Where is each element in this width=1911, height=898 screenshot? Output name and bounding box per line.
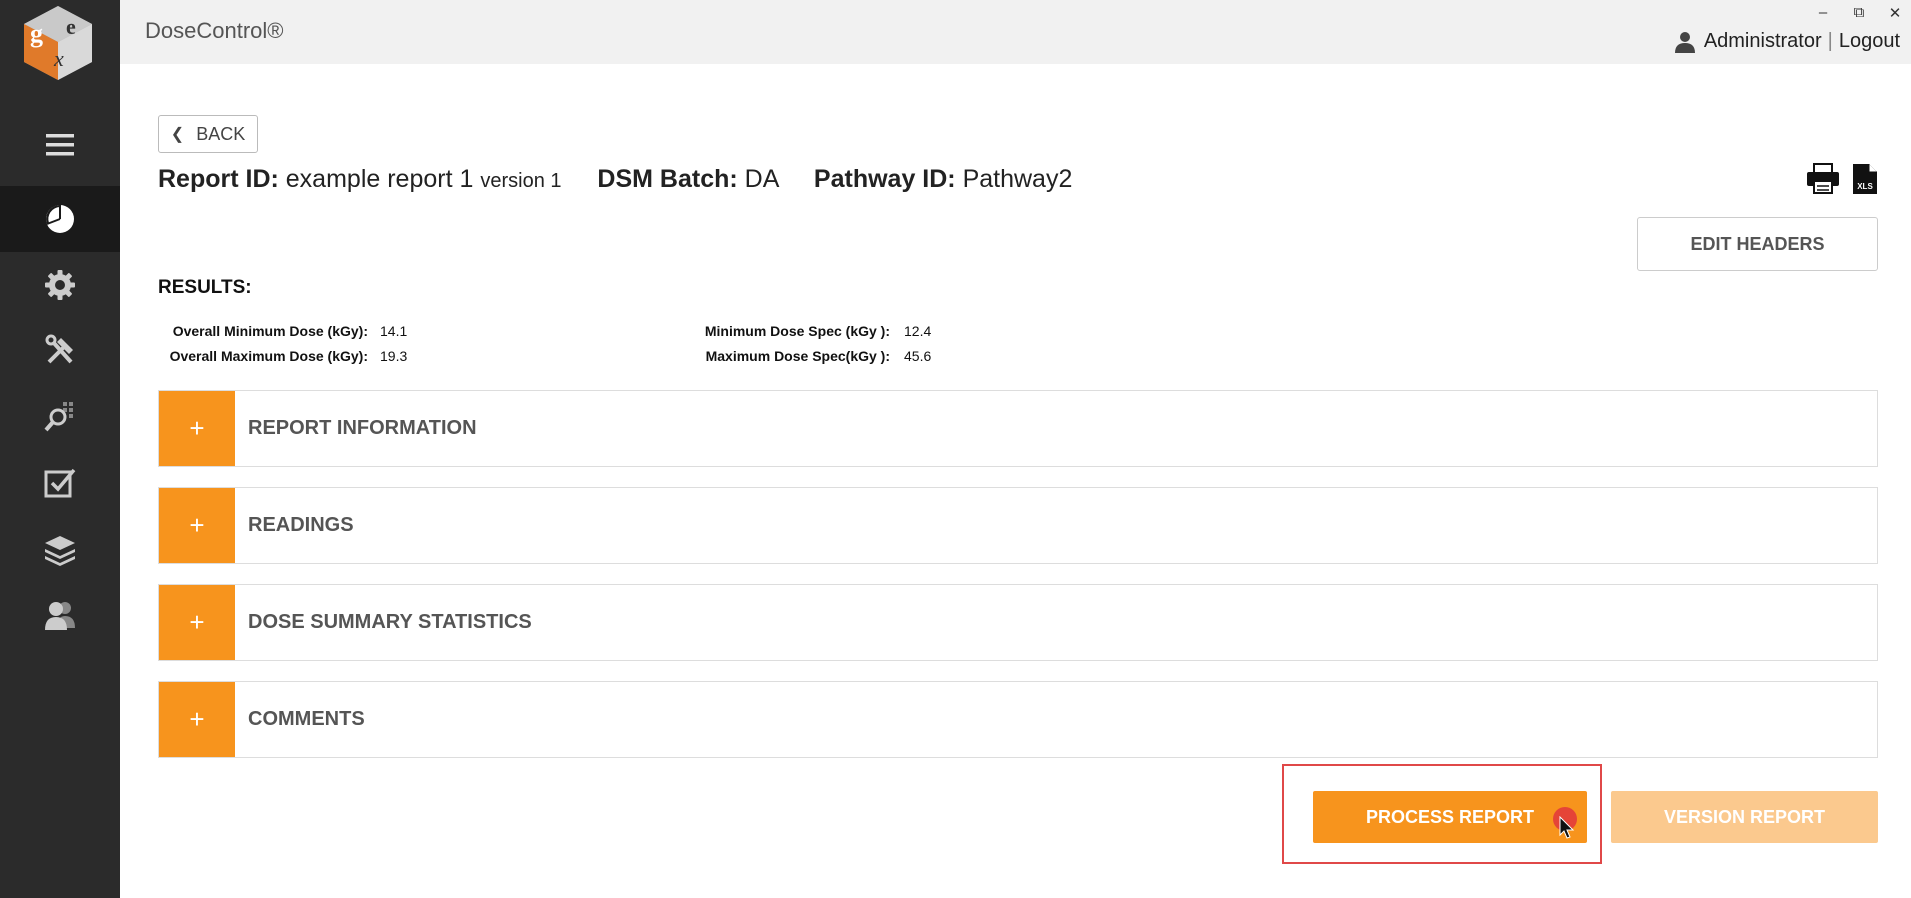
overall-min-label: Overall Minimum Dose (kGy): (172, 323, 368, 339)
svg-text:x: x (53, 46, 64, 71)
overall-max-label: Overall Maximum Dose (kGy): (169, 348, 368, 364)
dashboard-icon (46, 205, 74, 233)
gear-icon (45, 270, 75, 300)
version-report-button[interactable]: VERSION REPORT (1611, 791, 1878, 843)
title-bar: DoseControl® – ⧉ ✕ Administrator | Logou… (120, 0, 1911, 64)
minimize-button[interactable]: – (1815, 4, 1831, 22)
close-button[interactable]: ✕ (1887, 4, 1903, 22)
results-title: RESULTS: (158, 277, 252, 298)
back-label: BACK (196, 123, 246, 144)
panel-title: COMMENTS (248, 708, 365, 730)
user-separator: | (1827, 30, 1833, 52)
overall-min-value: 14.1 (380, 323, 408, 339)
expand-plus-icon[interactable]: + (159, 391, 235, 466)
sidebar-item-menu[interactable] (0, 112, 120, 178)
process-report-button[interactable]: PROCESS REPORT (1313, 791, 1587, 843)
user-area: Administrator | Logout (1674, 30, 1900, 53)
back-button[interactable]: ❮ BACK (158, 115, 258, 153)
report-id-label: Report ID: (158, 165, 279, 193)
chevron-left-icon: ❮ (170, 126, 185, 143)
dsm-batch-label: DSM Batch: (597, 165, 738, 193)
app-title: DoseControl® (145, 18, 284, 43)
restore-button[interactable]: ⧉ (1851, 4, 1867, 22)
panel-dose-summary-statistics[interactable]: + DOSE SUMMARY STATISTICS (158, 584, 1878, 661)
logout-link[interactable]: Logout (1839, 30, 1900, 53)
user-name[interactable]: Administrator (1704, 30, 1822, 53)
sidebar-item-dashboard[interactable] (0, 186, 120, 252)
panel-title: READINGS (248, 514, 354, 536)
sidebar-item-users[interactable] (0, 582, 120, 648)
sidebar-item-layers[interactable] (0, 516, 120, 582)
layers-icon (45, 536, 75, 566)
xls-label: XLS (1857, 182, 1873, 191)
sidebar-item-inspect[interactable] (0, 384, 120, 450)
panel-report-information[interactable]: + REPORT INFORMATION (158, 390, 1878, 467)
report-id-value: example report 1 (285, 165, 474, 193)
panel-readings[interactable]: + READINGS (158, 487, 1878, 564)
expand-plus-icon[interactable]: + (159, 585, 235, 660)
panel-comments[interactable]: + COMMENTS (158, 681, 1878, 758)
max-spec-value: 45.6 (904, 348, 932, 364)
expand-plus-icon[interactable]: + (159, 682, 235, 757)
printer-icon[interactable] (1806, 163, 1840, 195)
sidebar-item-tasks[interactable] (0, 450, 120, 516)
window-controls: – ⧉ ✕ (1815, 4, 1903, 22)
panel-title: DOSE SUMMARY STATISTICS (248, 611, 532, 633)
pathway-id-label: Pathway ID: (813, 165, 956, 193)
pathway-id-value: Pathway2 (962, 165, 1073, 193)
sidebar-item-settings[interactable] (0, 252, 120, 318)
checkbox-icon (44, 468, 76, 498)
sidebar: g e x (0, 0, 120, 898)
svg-text:e: e (66, 14, 76, 39)
search-grid-icon (44, 402, 73, 432)
edit-headers-button[interactable]: EDIT HEADERS (1637, 217, 1878, 271)
expand-plus-icon[interactable]: + (159, 488, 235, 563)
svg-text:g: g (30, 19, 43, 48)
xls-file-icon[interactable]: XLS (1852, 163, 1878, 195)
report-header: Report ID: example report 1 version 1 DS… (158, 165, 1072, 194)
mouse-cursor-icon (1559, 816, 1575, 839)
min-spec-value: 12.4 (904, 323, 932, 339)
dsm-batch-value: DA (744, 165, 779, 193)
report-version: version 1 (480, 170, 562, 192)
user-icon (1674, 31, 1695, 53)
min-spec-label: Minimum Dose Spec (kGy ): (704, 323, 890, 339)
sidebar-item-tools[interactable] (0, 318, 120, 384)
users-icon (45, 602, 75, 630)
max-spec-label: Maximum Dose Spec(kGy ): (705, 348, 890, 364)
tools-icon (45, 334, 73, 364)
overall-max-value: 19.3 (380, 348, 408, 364)
panel-title: REPORT INFORMATION (248, 417, 477, 439)
gex-logo: g e x (24, 6, 92, 80)
menu-icon (46, 134, 74, 156)
